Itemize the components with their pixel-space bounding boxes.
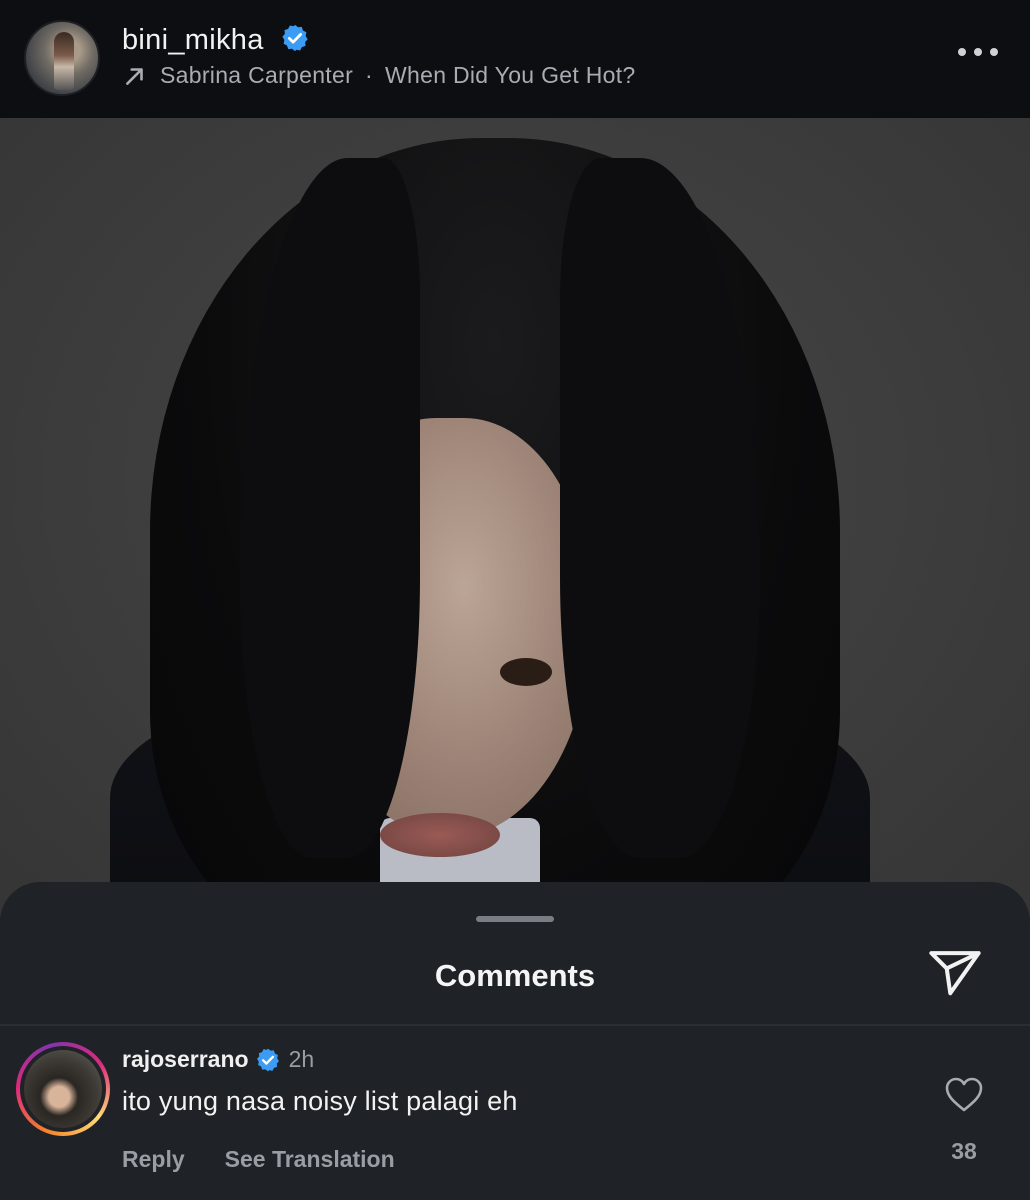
music-attribution[interactable]: Sabrina Carpenter · When Did You Get Hot… (122, 62, 636, 89)
verified-badge-icon (256, 1048, 279, 1071)
comment-item: rajoserrano 2h ito yung nasa noisy list … (0, 1026, 1030, 1200)
more-options-icon[interactable] (958, 40, 998, 64)
profile-avatar[interactable] (24, 20, 100, 96)
comments-title: Comments (434, 958, 596, 993)
more-dot (990, 48, 998, 56)
music-song: When Did You Get Hot? (385, 62, 636, 88)
verified-badge-icon (282, 25, 308, 52)
post-username-row[interactable]: bini_mikha (122, 24, 310, 57)
photo-lips (380, 813, 500, 857)
sheet-drag-handle[interactable] (476, 916, 554, 922)
more-dot (974, 48, 982, 56)
reply-button[interactable]: Reply (122, 1146, 185, 1173)
photo-eye-right (500, 658, 552, 686)
more-dot (958, 48, 966, 56)
commenter-avatar[interactable] (16, 1042, 110, 1136)
avatar-ring-gap (20, 1046, 106, 1132)
comments-sheet: Comments rajoserrano 2h ito yung nasa no… (0, 882, 1030, 1200)
see-translation-button[interactable]: See Translation (225, 1146, 395, 1173)
music-separator: · (365, 62, 374, 88)
comment-actions: Reply See Translation (122, 1146, 395, 1173)
comment-header: rajoserrano 2h (122, 1046, 314, 1073)
heart-icon[interactable] (944, 1076, 984, 1114)
comment-time: 2h (288, 1046, 315, 1072)
post-photo[interactable] (0, 118, 1030, 918)
arrow-up-right-icon (126, 67, 143, 85)
send-icon[interactable] (926, 946, 984, 998)
comment-username[interactable]: rajoserrano (122, 1046, 249, 1073)
music-artist: Sabrina Carpenter (160, 62, 354, 88)
avatar-figure (54, 32, 74, 90)
post-username[interactable]: bini_mikha (122, 24, 264, 56)
post-header: bini_mikha Sabrina Carpenter · When Did … (0, 0, 1030, 118)
commenter-photo (24, 1050, 102, 1128)
like-count: 38 (951, 1138, 977, 1164)
comment-text: ito yung nasa noisy list palagi eh (122, 1086, 518, 1116)
